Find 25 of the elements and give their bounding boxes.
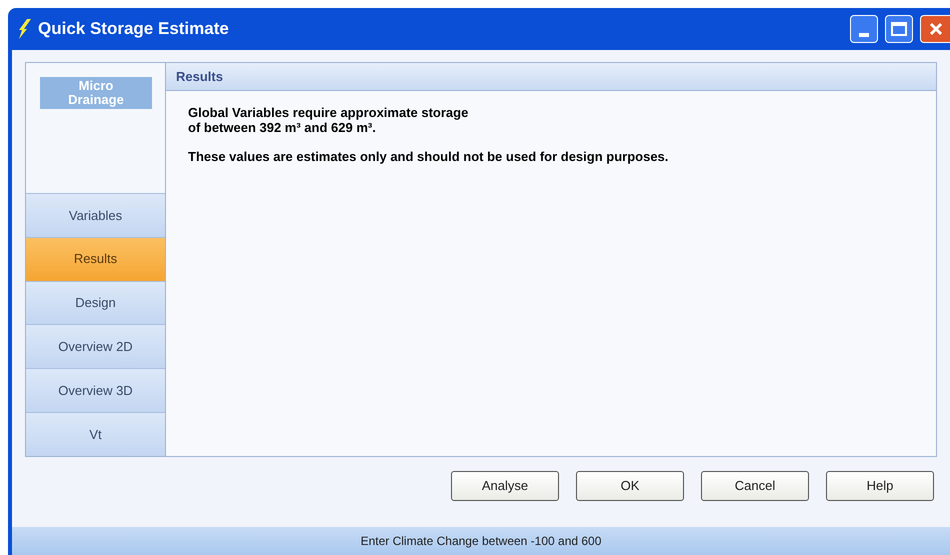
nav-tab[interactable]: Vt: [26, 412, 165, 456]
close-icon: [928, 22, 942, 36]
status-text: Enter Climate Change between -100 and 600: [360, 533, 602, 550]
maximize-icon: [891, 22, 907, 36]
minimize-button[interactable]: [850, 15, 878, 43]
dialog-button[interactable]: Analyse: [451, 471, 559, 501]
maximize-button[interactable]: [885, 15, 913, 43]
panel-header: Results: [176, 68, 223, 86]
dialog-button[interactable]: Cancel: [701, 471, 809, 501]
nav-tab[interactable]: Overview 2D: [26, 324, 165, 368]
lightning-icon: [18, 19, 32, 39]
minimize-icon: [859, 33, 869, 37]
close-button[interactable]: [920, 15, 950, 43]
nav-tab[interactable]: Results: [26, 236, 165, 281]
result-text: of between 392 m³ and 629 m³.: [188, 120, 377, 135]
dialog-button[interactable]: Help: [826, 471, 934, 501]
nav-tab[interactable]: Overview 3D: [26, 368, 165, 412]
nav-tab[interactable]: Variables: [26, 193, 165, 237]
result-text: Global Variables require approximate storage: [188, 105, 470, 120]
logo-text: Drainage: [68, 93, 124, 107]
dialog-button[interactable]: OK: [576, 471, 684, 501]
logo-text: Micro: [78, 79, 114, 93]
nav-tab[interactable]: Design: [26, 280, 165, 324]
window-title: Quick Storage Estimate: [38, 18, 229, 40]
disclaimer-text: These values are estimates only and should not be used for design purposes.: [188, 148, 670, 166]
